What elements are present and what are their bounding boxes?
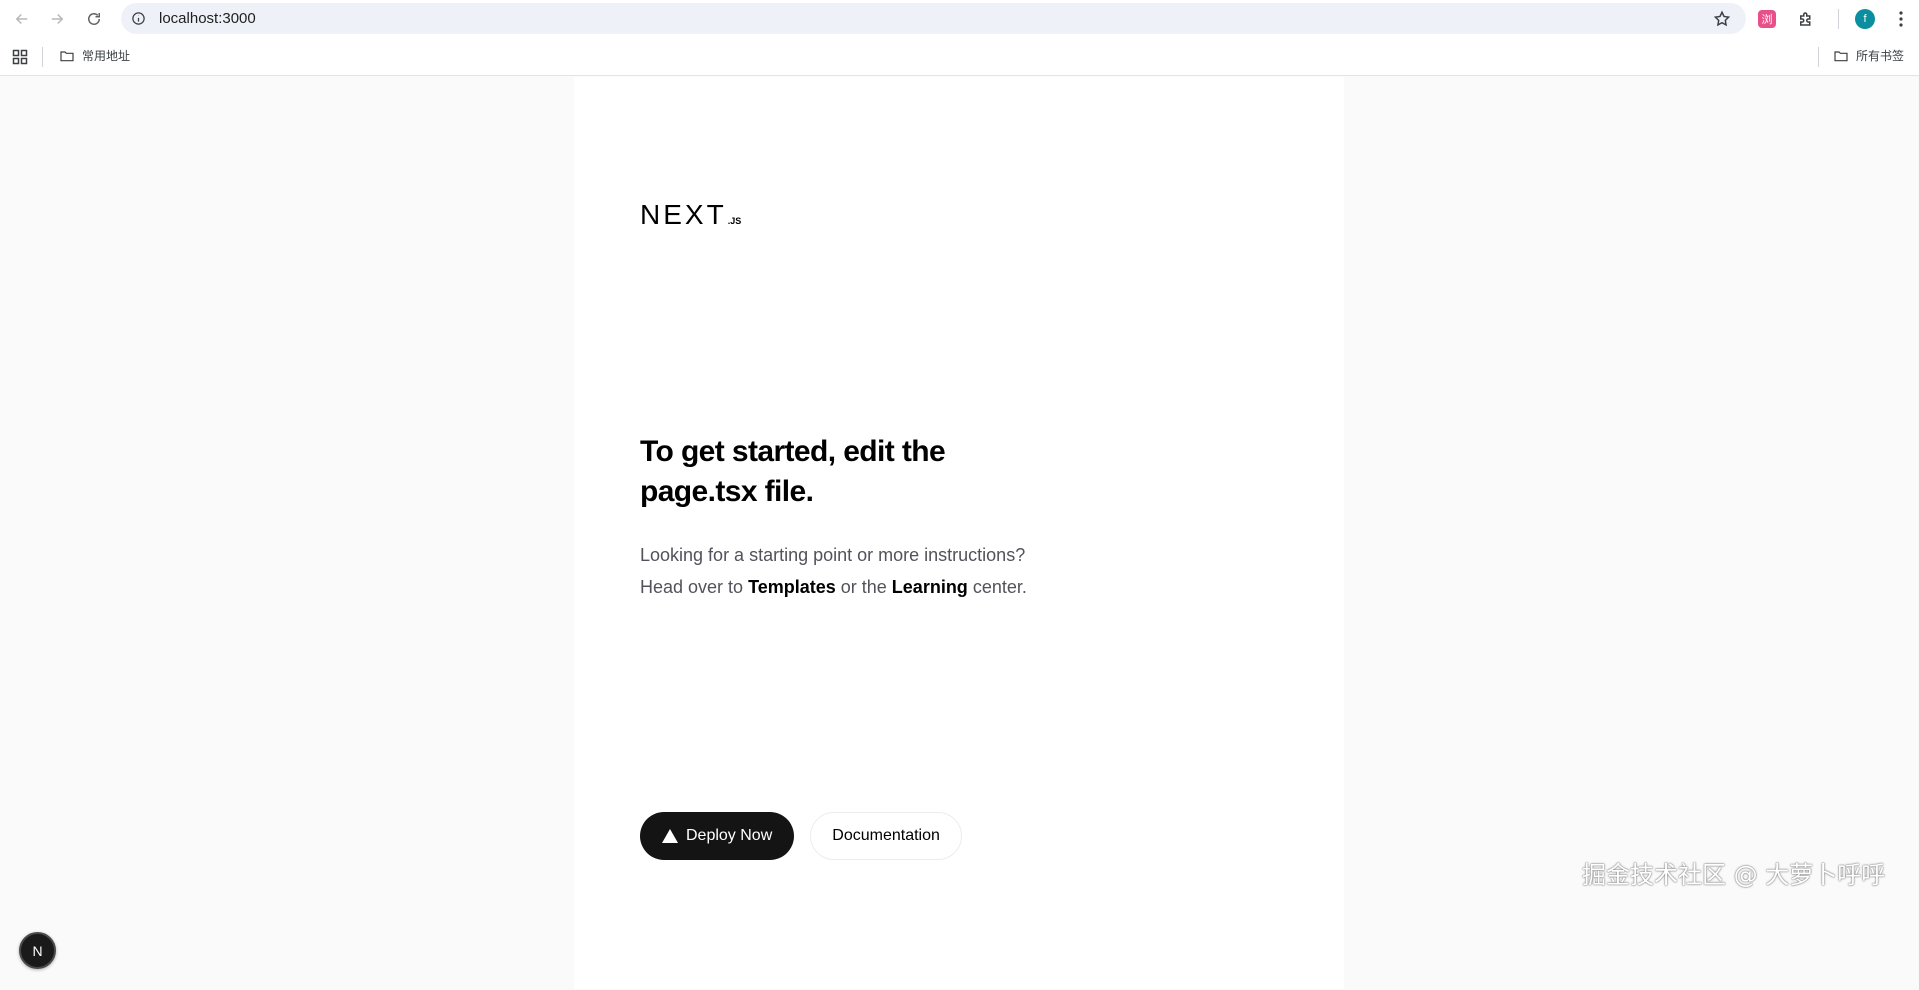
- logo-suffix-text: .JS: [727, 216, 742, 226]
- extension-icon[interactable]: 浏: [1758, 10, 1776, 28]
- page-viewport: NEXT.JS To get started, edit the page.ts…: [0, 77, 1919, 989]
- bookmarks-divider: [1818, 47, 1819, 67]
- arrow-right-icon: [51, 13, 64, 25]
- bookmarks-bar: 常用地址 所有书签: [0, 38, 1919, 76]
- main-column: NEXT.JS To get started, edit the page.ts…: [574, 77, 1344, 989]
- description-line1: Looking for a starting point or more ins…: [640, 545, 1026, 565]
- logo-main-text: NEXT: [640, 199, 727, 230]
- toolbar-divider: [1838, 9, 1839, 29]
- back-button[interactable]: [4, 1, 40, 37]
- description-prefix: Head over to: [640, 577, 749, 597]
- reload-button[interactable]: [76, 1, 112, 37]
- templates-link[interactable]: Templates: [748, 577, 836, 597]
- more-menu-icon[interactable]: [1891, 9, 1911, 29]
- forward-button[interactable]: [39, 1, 75, 37]
- apps-grid-icon[interactable]: [12, 49, 28, 65]
- nextjs-dev-tools-button[interactable]: N: [19, 932, 56, 969]
- description-suffix: center.: [967, 577, 1027, 597]
- bookmark-folder-label: 常用地址: [82, 49, 131, 63]
- vercel-triangle-icon: [662, 829, 678, 843]
- bookmarks-divider: [42, 47, 43, 67]
- documentation-button[interactable]: Documentation: [810, 812, 962, 860]
- page-description: Looking for a starting point or more ins…: [640, 539, 1100, 603]
- cta-buttons: Deploy Now Documentation: [640, 812, 962, 860]
- profile-avatar[interactable]: f: [1855, 9, 1875, 29]
- address-bar[interactable]: localhost:3000: [121, 3, 1746, 34]
- url-text: localhost:3000: [159, 10, 256, 27]
- page-title: To get started, edit the page.tsx file.: [640, 435, 946, 508]
- bookmark-folder-label: 所有书签: [1856, 49, 1905, 63]
- extensions-area: 浏 f: [1758, 0, 1911, 38]
- bookmark-folder-all[interactable]: 所有书签: [1833, 47, 1904, 64]
- documentation-label: Documentation: [832, 827, 940, 844]
- bookmark-folder-common[interactable]: 常用地址: [59, 47, 130, 64]
- description-mid: or the: [835, 577, 892, 597]
- deploy-now-button[interactable]: Deploy Now: [640, 812, 795, 860]
- watermark-text: 掘金技术社区 @ 大萝卜呼呼: [1582, 861, 1886, 889]
- reload-icon: [88, 13, 100, 25]
- site-info-icon[interactable]: [121, 3, 155, 34]
- nextjs-logo: NEXT.JS: [640, 201, 742, 229]
- puzzle-icon[interactable]: [1796, 9, 1816, 29]
- deploy-now-label: Deploy Now: [686, 827, 773, 844]
- bookmark-star-icon[interactable]: [1712, 9, 1732, 29]
- arrow-left-icon: [15, 13, 28, 25]
- folder-icon: [1834, 50, 1848, 61]
- learning-link[interactable]: Learning: [892, 577, 968, 597]
- folder-icon: [60, 50, 74, 61]
- browser-toolbar: localhost:3000 浏 f: [0, 0, 1919, 38]
